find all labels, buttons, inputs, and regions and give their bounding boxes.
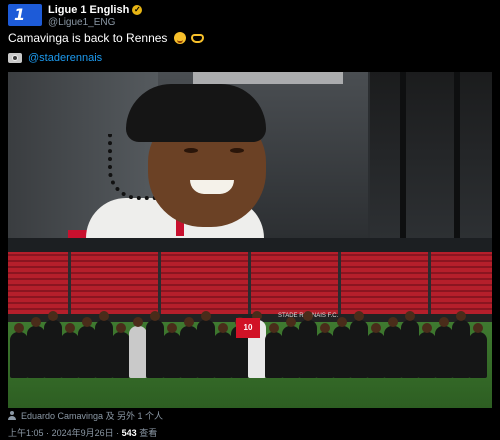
tagged-people[interactable]: Eduardo Camavinga 及 另外 1 个人 xyxy=(8,409,163,422)
person-head xyxy=(116,323,126,333)
person-head xyxy=(456,311,466,321)
group-person xyxy=(282,317,300,378)
person-head xyxy=(473,323,483,333)
tweet-header: 1 Ligue 1 English ✓ @Ligue1_ENG xyxy=(8,4,492,28)
player-eye xyxy=(230,148,244,153)
person-head xyxy=(65,323,75,333)
meta-separator: · xyxy=(116,428,120,438)
account-handle[interactable]: @Ligue1_ENG xyxy=(48,17,142,28)
person-head xyxy=(167,323,177,333)
person-head xyxy=(184,317,194,327)
group-person xyxy=(78,317,96,378)
photo-window xyxy=(370,72,492,238)
smiling-face-emoji xyxy=(173,32,186,44)
person-head xyxy=(48,311,58,321)
group-person xyxy=(367,323,385,378)
stand-aisle xyxy=(158,252,161,314)
person-head xyxy=(201,311,211,321)
group-person xyxy=(265,323,283,378)
person-head xyxy=(133,317,143,327)
person-head xyxy=(99,311,109,321)
group-person xyxy=(316,323,334,378)
camera-icon xyxy=(8,53,22,63)
ligue1-avatar[interactable]: 1 xyxy=(8,4,42,26)
group-person xyxy=(384,317,402,378)
group-person xyxy=(299,311,317,378)
group-person xyxy=(452,311,470,378)
meta-separator: · xyxy=(46,428,50,438)
person-head xyxy=(14,323,24,333)
group-person xyxy=(10,323,28,378)
window-frame xyxy=(400,72,406,238)
person-icon xyxy=(8,411,16,420)
display-name[interactable]: Ligue 1 English ✓ xyxy=(48,4,143,16)
group-person xyxy=(27,317,45,378)
group-person xyxy=(129,317,147,378)
group-person xyxy=(418,323,436,378)
player-eye xyxy=(184,148,198,153)
tweet-date[interactable]: 2024年9月26日 xyxy=(52,428,114,438)
person-head xyxy=(150,311,160,321)
person-head xyxy=(354,311,364,321)
tweet-body: Camavinga is back to Rennes xyxy=(8,31,168,45)
tweet-time[interactable]: 上午1:05 xyxy=(8,428,44,438)
group-person xyxy=(44,311,62,378)
mention-line: @staderennais xyxy=(8,52,102,64)
verified-badge-icon: ✓ xyxy=(132,5,143,15)
group-person xyxy=(350,311,368,378)
tagged-text: Eduardo Camavinga 及 另外 1 个人 xyxy=(21,411,164,421)
heart-hands-emoji xyxy=(191,34,205,43)
group-person xyxy=(163,323,181,378)
group-person xyxy=(61,323,79,378)
player-portrait-photo[interactable] xyxy=(8,72,492,238)
person-head xyxy=(405,311,415,321)
views-count: 543 xyxy=(121,428,137,438)
group-person xyxy=(180,317,198,378)
person-head xyxy=(303,311,313,321)
person-head xyxy=(439,317,449,327)
person-head xyxy=(218,323,228,333)
views-label: 查看 xyxy=(139,428,158,438)
group-person xyxy=(435,317,453,378)
group-person xyxy=(333,317,351,378)
mention-link[interactable]: @staderennais xyxy=(28,52,102,64)
account-name-block[interactable]: Ligue 1 English ✓ @Ligue1_ENG xyxy=(48,4,143,28)
stand-aisle xyxy=(428,252,431,314)
display-name-text: Ligue 1 English xyxy=(48,4,130,16)
group-person xyxy=(401,311,419,378)
stand-aisle xyxy=(248,252,251,314)
stand-aisle xyxy=(338,252,341,314)
group-person xyxy=(469,323,487,378)
group-person xyxy=(112,323,130,378)
jersey-number: 10 xyxy=(236,318,260,338)
window-frame xyxy=(454,72,460,238)
person-head xyxy=(388,317,398,327)
person-head xyxy=(320,323,330,333)
group-person xyxy=(214,323,232,378)
person-head xyxy=(82,317,92,327)
person-head xyxy=(31,317,41,327)
ligue1-logo-icon: 1 xyxy=(14,5,25,24)
player-beanie xyxy=(126,84,266,142)
tweet-text: Camavinga is back to Rennes xyxy=(8,31,205,45)
person-head xyxy=(286,317,296,327)
stadium-roof xyxy=(8,238,492,252)
person-head xyxy=(337,317,347,327)
tweet-meta: 上午1:05 · 2024年9月26日 · 543 查看 xyxy=(8,426,157,439)
person-head xyxy=(371,323,381,333)
ceiling-light xyxy=(193,72,343,84)
group-person xyxy=(95,311,113,378)
group-person xyxy=(146,311,164,378)
person-head xyxy=(422,323,432,333)
group-person xyxy=(197,311,215,378)
stand-aisle xyxy=(68,252,71,314)
person-head xyxy=(269,323,279,333)
